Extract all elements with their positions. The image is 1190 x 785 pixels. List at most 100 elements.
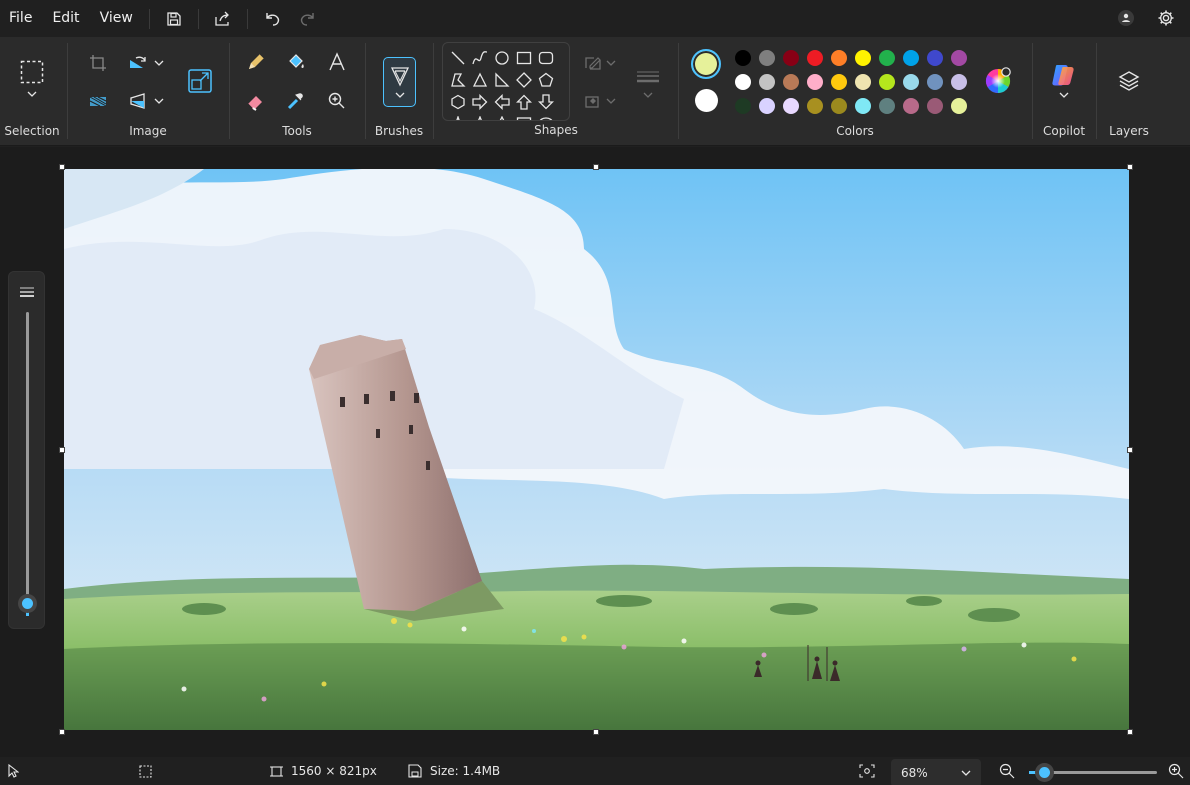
- primary-color-swatch[interactable]: [691, 49, 721, 79]
- palette-color-swatch[interactable]: [927, 98, 943, 114]
- brushes-button[interactable]: [383, 57, 416, 107]
- flip-button[interactable]: [124, 85, 168, 117]
- line-shape[interactable]: [448, 48, 468, 68]
- brush-size-slider-track[interactable]: [26, 312, 29, 602]
- right-triangle-shape[interactable]: [492, 70, 512, 90]
- zoom-slider-thumb[interactable]: [1034, 763, 1054, 782]
- fit-screen-icon: [859, 764, 875, 778]
- curve-shape[interactable]: [470, 48, 490, 68]
- palette-color-swatch[interactable]: [759, 74, 775, 90]
- palette-color-swatch[interactable]: [927, 74, 943, 90]
- palette-color-swatch[interactable]: [759, 98, 775, 114]
- redo-button[interactable]: [290, 3, 326, 35]
- four-point-star-shape[interactable]: [448, 114, 468, 120]
- undo-button[interactable]: [254, 3, 290, 35]
- pentagon-shape[interactable]: [536, 70, 556, 90]
- canvas-resize-handle[interactable]: [593, 729, 599, 735]
- palette-color-swatch[interactable]: [903, 50, 919, 66]
- shape-size-button[interactable]: [632, 62, 664, 106]
- canvas-resize-handle[interactable]: [1127, 447, 1133, 453]
- resize-icon: [188, 69, 212, 93]
- palette-color-swatch[interactable]: [783, 74, 799, 90]
- magnifier-button[interactable]: [321, 85, 353, 117]
- palette-color-swatch[interactable]: [855, 98, 871, 114]
- settings-button[interactable]: [1148, 2, 1184, 34]
- polygon-shape[interactable]: [448, 70, 468, 90]
- palette-color-swatch[interactable]: [807, 98, 823, 114]
- oval-shape[interactable]: [492, 48, 512, 68]
- canvas-resize-handle[interactable]: [59, 164, 65, 170]
- right-arrow-shape[interactable]: [470, 92, 490, 112]
- up-arrow-shape[interactable]: [514, 92, 534, 112]
- callout-rect-shape[interactable]: [514, 114, 534, 120]
- palette-color-swatch[interactable]: [783, 98, 799, 114]
- triangle-shape[interactable]: [470, 70, 490, 90]
- palette-color-swatch[interactable]: [831, 74, 847, 90]
- diamond-shape[interactable]: [514, 70, 534, 90]
- selection-tool-button[interactable]: [16, 59, 48, 99]
- outline-button[interactable]: [580, 47, 620, 79]
- zoom-level-dropdown[interactable]: 68%: [891, 759, 981, 785]
- six-point-star-shape[interactable]: [492, 114, 512, 120]
- drawing-canvas[interactable]: [64, 169, 1129, 730]
- menu-view[interactable]: View: [90, 0, 143, 37]
- palette-color-swatch[interactable]: [735, 98, 751, 114]
- palette-color-swatch[interactable]: [855, 74, 871, 90]
- menu-file[interactable]: File: [0, 0, 42, 37]
- zoom-in-button[interactable]: [1168, 757, 1184, 785]
- account-button[interactable]: [1108, 2, 1144, 34]
- palette-color-swatch[interactable]: [951, 74, 967, 90]
- menu-edit[interactable]: Edit: [42, 0, 89, 37]
- canvas-resize-handle[interactable]: [593, 164, 599, 170]
- color-picker-button[interactable]: [280, 85, 312, 117]
- palette-color-swatch[interactable]: [831, 50, 847, 66]
- eraser-button[interactable]: [240, 85, 272, 117]
- rotate-button[interactable]: [124, 47, 168, 79]
- palette-color-swatch[interactable]: [879, 74, 895, 90]
- palette-color-swatch[interactable]: [831, 98, 847, 114]
- left-arrow-shape[interactable]: [492, 92, 512, 112]
- edit-colors-button[interactable]: [982, 65, 1014, 97]
- shape-fill-button[interactable]: [580, 85, 620, 117]
- palette-color-swatch[interactable]: [735, 74, 751, 90]
- share-button[interactable]: [205, 3, 241, 35]
- save-button[interactable]: [156, 3, 192, 35]
- canvas-resize-handle[interactable]: [59, 729, 65, 735]
- palette-color-swatch[interactable]: [903, 98, 919, 114]
- palette-color-swatch[interactable]: [807, 74, 823, 90]
- palette-color-swatch[interactable]: [951, 50, 967, 66]
- palette-color-swatch[interactable]: [735, 50, 751, 66]
- palette-color-swatch[interactable]: [951, 98, 967, 114]
- secondary-color-swatch[interactable]: [695, 89, 718, 112]
- palette-color-swatch[interactable]: [927, 50, 943, 66]
- tools-group-label: Tools: [282, 124, 312, 138]
- palette-color-swatch[interactable]: [879, 50, 895, 66]
- rectangle-shape[interactable]: [514, 48, 534, 68]
- fit-to-window-button[interactable]: [859, 757, 875, 785]
- brush-size-slider-thumb[interactable]: [18, 594, 37, 613]
- text-button[interactable]: [321, 46, 353, 78]
- palette-color-swatch[interactable]: [903, 74, 919, 90]
- rounded-rectangle-shape[interactable]: [536, 48, 556, 68]
- canvas-resize-handle[interactable]: [1127, 729, 1133, 735]
- five-point-star-shape[interactable]: [470, 114, 490, 120]
- palette-color-swatch[interactable]: [855, 50, 871, 66]
- layers-button[interactable]: [1113, 65, 1145, 97]
- hexagon-shape[interactable]: [448, 92, 468, 112]
- palette-color-swatch[interactable]: [783, 50, 799, 66]
- down-arrow-shape[interactable]: [536, 92, 556, 112]
- zoom-out-button[interactable]: [999, 757, 1015, 785]
- resize-button[interactable]: [184, 65, 216, 97]
- crop-button[interactable]: [82, 47, 114, 79]
- selection-group: Selection: [0, 37, 64, 146]
- canvas-resize-handle[interactable]: [1127, 164, 1133, 170]
- callout-oval-shape[interactable]: [536, 114, 556, 120]
- pencil-button[interactable]: [240, 46, 272, 78]
- palette-color-swatch[interactable]: [807, 50, 823, 66]
- palette-color-swatch[interactable]: [759, 50, 775, 66]
- canvas-resize-handle[interactable]: [59, 447, 65, 453]
- palette-color-swatch[interactable]: [879, 98, 895, 114]
- fill-button[interactable]: [280, 46, 312, 78]
- copilot-button[interactable]: [1048, 59, 1080, 103]
- remove-background-button[interactable]: [82, 85, 114, 117]
